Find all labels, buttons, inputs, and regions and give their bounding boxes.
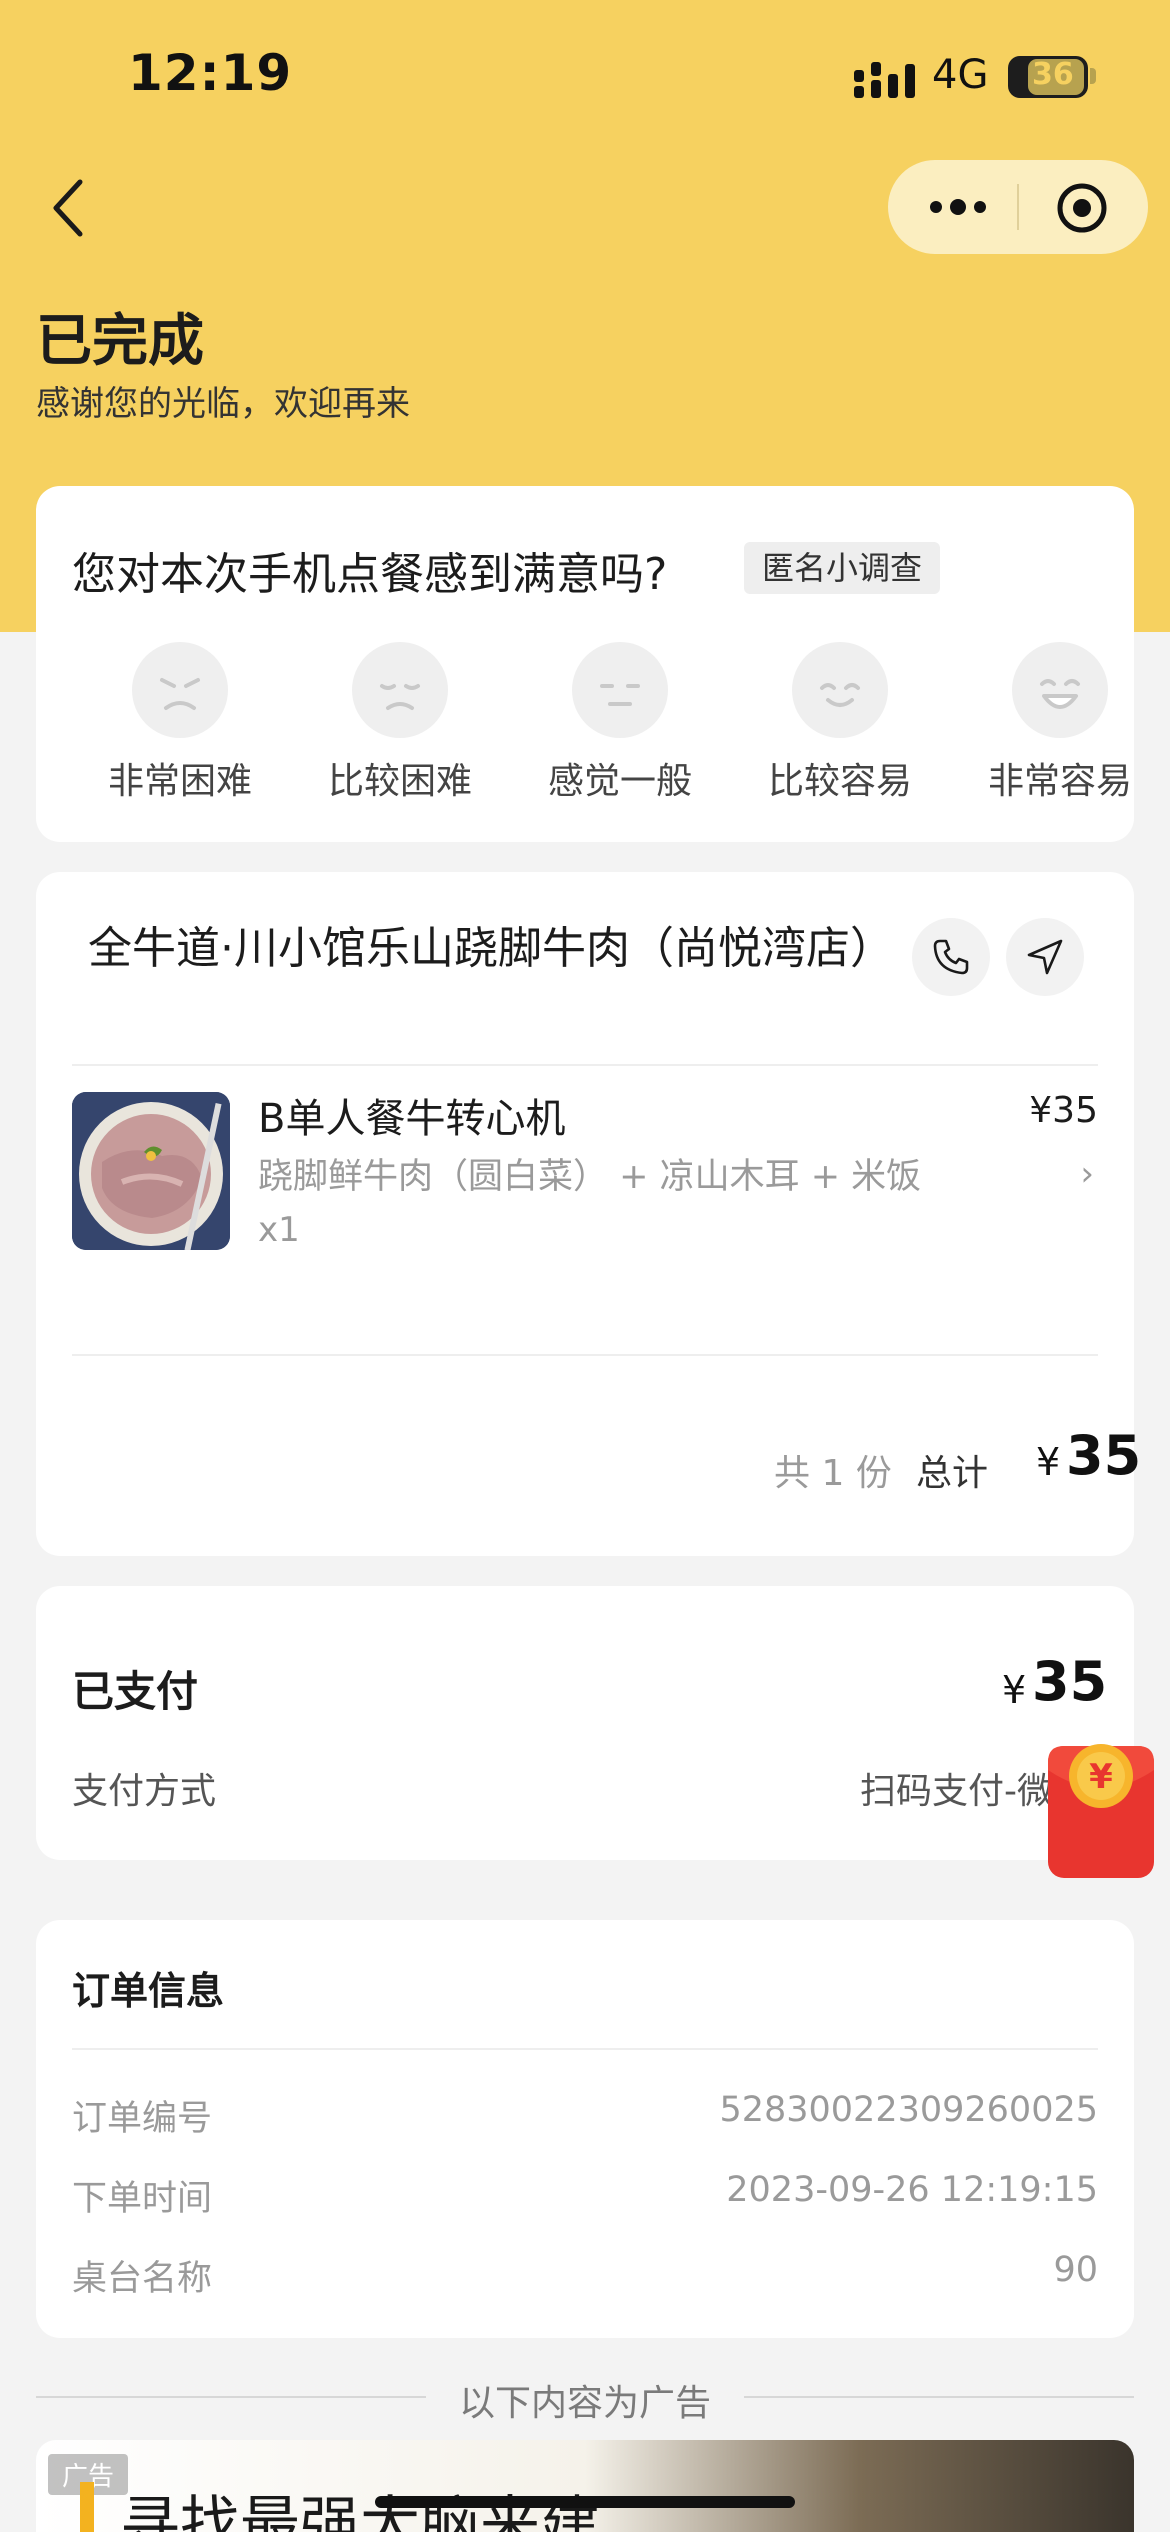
order-number-row: 订单编号 52830022309260025: [72, 2090, 1098, 2140]
close-target-icon[interactable]: [1056, 182, 1108, 234]
divider: [72, 1354, 1098, 1356]
more-options-icon[interactable]: [928, 190, 988, 224]
shop-name[interactable]: 全牛道·川小馆乐山跷脚牛肉（尚悦湾店）: [88, 918, 894, 980]
paid-amount: 35: [1032, 1650, 1108, 1713]
status-bar: 12:19 4G 36: [0, 0, 1170, 150]
ad-divider-text: 以下内容为广告: [458, 2383, 711, 2424]
order-number[interactable]: 52830022309260025: [719, 2090, 1098, 2130]
very-easy-face-icon: [1012, 642, 1108, 738]
call-button[interactable]: [912, 918, 990, 996]
survey-badge: 匿名小调查: [744, 542, 941, 594]
divider: [72, 1064, 1098, 1066]
difficult-face-icon: [352, 642, 448, 738]
navigate-button[interactable]: [1006, 918, 1084, 996]
battery-level: 36: [1032, 57, 1074, 92]
order-info-card: 订单信息 订单编号 52830022309260025 下单时间 2023-09…: [36, 1920, 1134, 2338]
dish-name: B单人餐牛转心机: [258, 1096, 566, 1142]
survey-question: 您对本次手机点餐感到满意吗?: [72, 549, 668, 600]
rating-label: 感觉一般: [547, 761, 692, 802]
total-label: 总计: [916, 1453, 989, 1494]
payment-card: 已支付 ¥ 35 支付方式 扫码支付-微信支付: [36, 1586, 1134, 1860]
dish-description: 跷脚鲜牛肉（圆白菜） + 凉山木耳 + 米饭: [258, 1157, 922, 1197]
order-time-row: 下单时间 2023-09-26 12:19:15: [72, 2170, 1098, 2220]
rating-label: 非常容易: [987, 761, 1132, 802]
back-arrow-icon[interactable]: [40, 170, 100, 246]
chevron-right-icon[interactable]: ›: [1080, 1154, 1094, 1194]
order-status-subtitle: 感谢您的光临，欢迎再来: [36, 384, 410, 424]
dish-image[interactable]: [72, 1092, 230, 1250]
order-time: 2023-09-26 12:19:15: [726, 2170, 1098, 2210]
order-status-title: 已完成: [36, 309, 204, 374]
neutral-face-icon: [572, 642, 668, 738]
phone-icon: [933, 939, 969, 975]
red-packet-icon[interactable]: ¥: [1046, 1740, 1156, 1880]
very-difficult-face-icon: [132, 642, 228, 738]
home-indicator[interactable]: [375, 2496, 795, 2508]
rating-option[interactable]: 非常容易: [970, 642, 1150, 804]
ad-banner[interactable]: 广告 寻找最强大脑来建: [36, 2440, 1134, 2532]
table-name-row: 桌台名称 90: [72, 2250, 1098, 2300]
divider: [72, 2048, 1098, 2050]
ad-accent-bar: [80, 2482, 94, 2532]
svg-text:¥: ¥: [1089, 1757, 1113, 1797]
table-name: 90: [1053, 2250, 1098, 2290]
rating-label: 比较困难: [327, 761, 472, 802]
dish-quantity: x1: [258, 1210, 300, 1250]
info-key: 桌台名称: [72, 2259, 213, 2299]
rating-option[interactable]: 比较困难: [310, 642, 490, 804]
rating-label: 非常困难: [107, 761, 252, 802]
total-currency: ¥: [1036, 1440, 1061, 1484]
dish-price: ¥35: [1029, 1090, 1098, 1131]
survey-card: 您对本次手机点餐感到满意吗? 匿名小调查 非常困难 比较困难 感觉一般 比较容易…: [36, 486, 1134, 842]
paid-currency: ¥: [1002, 1668, 1027, 1712]
order-card: 全牛道·川小馆乐山跷脚牛肉（尚悦湾店） B单人餐牛转心机 ¥35 跷脚鲜牛肉（圆…: [36, 872, 1141, 1556]
rating-option[interactable]: 非常困难: [90, 642, 270, 804]
item-count: 共 1 份: [774, 1453, 892, 1494]
network-type: 4G: [932, 52, 989, 98]
rating-option[interactable]: 感觉一般: [530, 642, 710, 804]
mini-program-capsule: [888, 160, 1148, 254]
rating-option[interactable]: 比较容易: [750, 642, 930, 804]
navigation-arrow-icon: [1027, 939, 1063, 975]
signal-icon: [854, 62, 915, 98]
paid-label: 已支付: [72, 1667, 199, 1716]
info-key: 订单编号: [72, 2099, 213, 2139]
order-info-title: 订单信息: [72, 1969, 225, 2013]
ad-divider: 以下内容为广告: [36, 2372, 1134, 2424]
easy-face-icon: [792, 642, 888, 738]
battery-tip: [1090, 68, 1096, 84]
battery-icon: 36: [1008, 56, 1088, 98]
total-amount: 35: [1066, 1424, 1142, 1487]
info-key: 下单时间: [72, 2179, 213, 2219]
status-time: 12:19: [128, 44, 293, 102]
capsule-divider: [1017, 184, 1019, 230]
rating-label: 比较容易: [767, 761, 912, 802]
payment-method-label: 支付方式: [72, 1771, 217, 1812]
